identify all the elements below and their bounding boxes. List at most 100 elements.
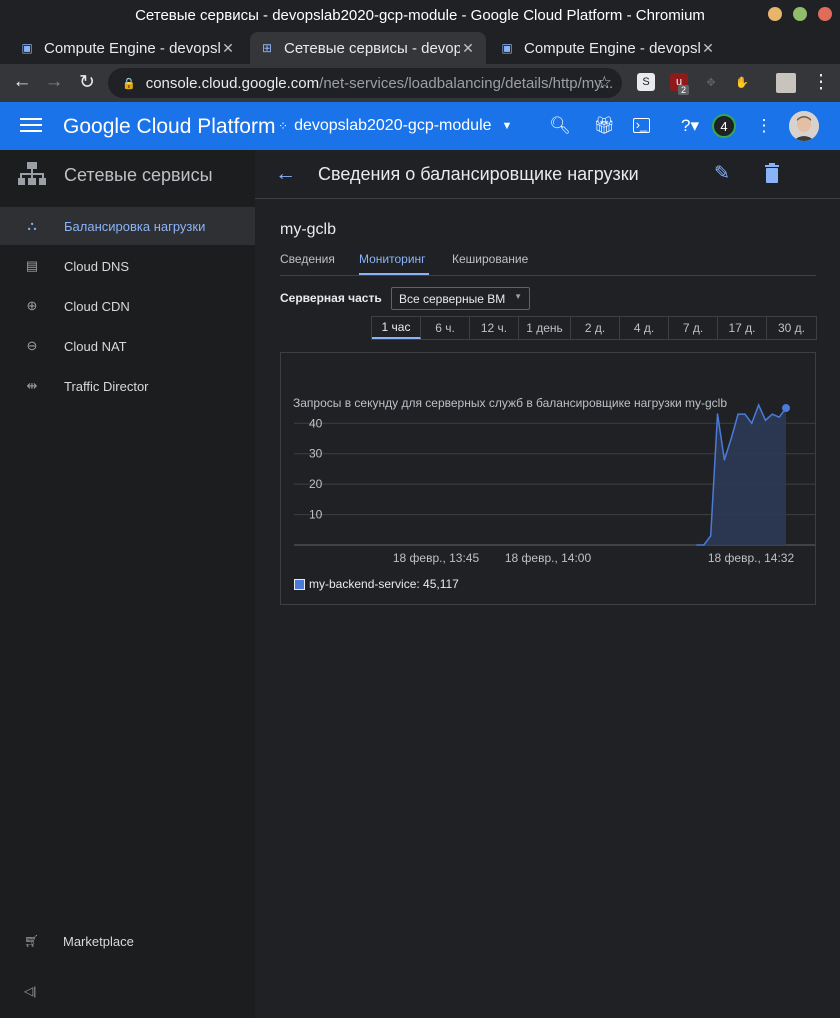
close-window-button[interactable] — [818, 7, 832, 21]
extension-s-icon[interactable]: S — [637, 73, 655, 91]
close-tab-icon[interactable]: ✕ — [460, 40, 476, 57]
sidebar: Сетевые сервисы ⛬ Балансировка нагрузки … — [0, 150, 255, 1018]
chart-card: Запросы в секунду для серверных служб в … — [280, 352, 816, 605]
range-12h[interactable]: 12 ч. — [470, 317, 519, 339]
edit-pencil-icon[interactable]: ✎ — [714, 162, 730, 185]
series-point — [750, 422, 753, 425]
search-icon[interactable]: 🔍︎ — [549, 116, 571, 136]
account-avatar[interactable] — [789, 111, 819, 141]
avatar-face — [789, 111, 819, 141]
url-path: /net-services/loadbalancing/details/http… — [319, 74, 614, 92]
chart-legend[interactable]: my-backend-service: 45,117 — [294, 577, 459, 591]
compute-engine-icon: ▣ — [501, 41, 513, 55]
range-4d[interactable]: 4 д. — [620, 317, 669, 339]
series-point — [778, 416, 780, 418]
time-range-selector: 1 час 6 ч. 12 ч. 1 день 2 д. 4 д. 7 д. 1… — [371, 316, 817, 340]
range-17d[interactable]: 17 д. — [718, 317, 767, 339]
gcp-header: Google Cloud Platform ⁘ devopslab2020-gc… — [0, 102, 840, 150]
maximize-button[interactable] — [793, 7, 807, 21]
series-point — [744, 413, 746, 415]
tab-title: Compute Engine - devopsla — [524, 39, 700, 57]
sidebar-item-label: Marketplace — [63, 933, 134, 949]
x-tick-label: 18 февр., 14:32 — [708, 551, 795, 565]
x-tick-label: 18 февр., 13:45 — [393, 551, 480, 565]
range-1d[interactable]: 1 день — [519, 317, 571, 339]
sidebar-item-cloud-cdn[interactable]: ⊕ Cloud CDN — [0, 287, 255, 325]
load-balancer-name: my-gclb — [280, 221, 337, 238]
back-icon[interactable]: ← — [10, 71, 34, 93]
sidebar-title: Сетевые сервисы — [64, 165, 213, 185]
range-2d[interactable]: 2 д. — [571, 317, 620, 339]
sidebar-item-load-balancing[interactable]: ⛬ Балансировка нагрузки — [0, 207, 255, 245]
more-vert-icon[interactable]: ⋮ — [753, 116, 775, 136]
gcp-logo[interactable]: Google Cloud Platform — [63, 115, 275, 139]
browser-tab-network-services[interactable]: ⊞ Сетевые сервисы - devops ✕ — [250, 32, 486, 64]
hamburger-menu-icon[interactable] — [20, 114, 42, 136]
series-point — [709, 535, 712, 537]
bookmark-star-icon[interactable]: ☆ — [597, 73, 612, 93]
back-arrow-icon[interactable]: ← — [275, 162, 296, 186]
extension-gnome-icon[interactable]: ✋ — [733, 73, 751, 91]
series-point — [771, 413, 774, 415]
range-30d[interactable]: 30 д. — [767, 317, 816, 339]
collapse-sidebar-icon[interactable]: ◁| — [24, 984, 36, 998]
series-point — [716, 413, 719, 415]
help-icon[interactable]: ?▾ — [673, 116, 707, 136]
window-title: Сетевые сервисы - devopslab2020-gcp-modu… — [135, 6, 705, 24]
series-area — [697, 405, 786, 545]
tab-monitoring[interactable]: Мониторинг — [359, 252, 426, 266]
delete-trash-icon[interactable] — [764, 163, 780, 183]
range-6h[interactable]: 6 ч. — [421, 317, 470, 339]
extension-puzzle-icon[interactable]: ✥ — [702, 73, 720, 91]
profile-avatar[interactable] — [776, 73, 796, 93]
compute-engine-icon: ▣ — [21, 41, 33, 55]
series-point — [764, 419, 767, 422]
series-point — [723, 458, 726, 461]
legend-label: my-backend-service: 45,117 — [309, 577, 459, 591]
x-tick-label: 18 февр., 14:00 — [505, 551, 592, 565]
browser-toolbar: ← → ↻ 🔒 console.cloud.google.com /net-se… — [0, 64, 840, 102]
range-7d[interactable]: 7 д. — [669, 317, 718, 339]
tab-caching[interactable]: Кеширование — [452, 252, 528, 266]
project-dots-icon: ⁘ — [278, 119, 289, 133]
dns-icon: ▤ — [25, 258, 39, 273]
range-1h[interactable]: 1 час — [372, 317, 421, 339]
minimize-button[interactable] — [768, 7, 782, 21]
legend-swatch — [294, 578, 305, 590]
browser-tab-compute-engine-1[interactable]: ▣ Compute Engine - devopsla ✕ — [10, 32, 246, 64]
sidebar-item-traffic-director[interactable]: ⇹ Traffic Director — [0, 367, 255, 405]
sidebar-item-cloud-dns[interactable]: ▤ Cloud DNS — [0, 247, 255, 285]
close-tab-icon[interactable]: ✕ — [220, 40, 236, 57]
series-point — [757, 404, 760, 406]
cdn-icon: ⊕ — [26, 298, 38, 313]
series-last-point — [782, 404, 790, 413]
forward-icon[interactable]: → — [42, 71, 66, 93]
cloud-shell-icon[interactable]: ›_ — [633, 118, 650, 133]
browser-tab-compute-engine-2[interactable]: ▣ Compute Engine - devopsla ✕ — [490, 32, 726, 64]
y-tick-label: 30 — [309, 447, 323, 461]
address-bar[interactable]: 🔒 console.cloud.google.com /net-services… — [108, 68, 622, 98]
sidebar-item-cloud-nat[interactable]: ⊖ Cloud NAT — [0, 327, 255, 365]
detail-tabs: Сведения Мониторинг Кеширование — [280, 247, 816, 276]
project-selector[interactable]: ⁘ devopslab2020-gcp-module ▼ — [278, 117, 512, 135]
backend-select[interactable]: Все серверные ВМ ▼ — [391, 287, 530, 310]
marketplace-cart-icon: 🛒︎ — [24, 934, 40, 948]
requests-chart: 10 20 30 40 18 февр., 13:45 18 февр., 14:00 18… — [294, 403, 815, 565]
load-balancing-icon: ⛬ — [27, 218, 37, 233]
gift-icon[interactable]: 🎁︎ — [593, 116, 615, 136]
reload-icon[interactable]: ↻ — [75, 71, 99, 94]
browser-menu-icon[interactable]: ⋮ — [809, 71, 833, 94]
tab-details[interactable]: Сведения — [280, 252, 335, 266]
active-tab-indicator — [359, 273, 429, 275]
series-point — [703, 544, 705, 546]
sidebar-item-marketplace[interactable]: 🛒︎ Marketplace — [0, 922, 255, 960]
series-point — [696, 544, 698, 546]
browser-tabstrip: ▣ Compute Engine - devopsla ✕ ⊞ Сетевые … — [0, 30, 840, 89]
page-header: ← Сведения о балансировщике нагрузки ✎ — [255, 150, 840, 199]
url-host: console.cloud.google.com — [145, 74, 320, 92]
notifications-badge[interactable]: 4 — [712, 114, 736, 138]
close-tab-icon[interactable]: ✕ — [700, 40, 716, 57]
chevron-down-icon: ▼ — [501, 120, 513, 132]
tab-title: Compute Engine - devopsla — [44, 39, 220, 57]
main-content: ← Сведения о балансировщике нагрузки ✎ m… — [255, 150, 840, 1018]
